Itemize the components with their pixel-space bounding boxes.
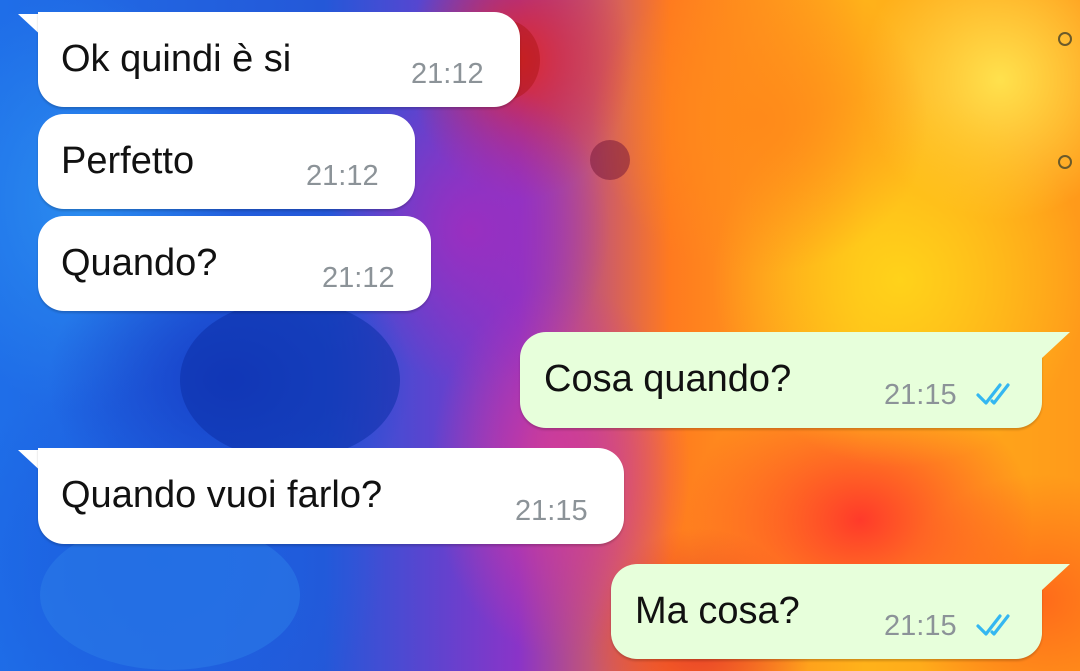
wallpaper-circle-icon (1058, 32, 1072, 46)
outgoing-bubble-tail (1042, 564, 1070, 590)
message-text: Perfetto (61, 140, 195, 182)
message-text: Ma cosa? (635, 590, 800, 632)
wallpaper-circle-icon (1058, 155, 1072, 169)
outgoing-bubble-tail (1042, 332, 1070, 358)
outgoing-message[interactable]: Ma cosa? 21:15 (611, 564, 1042, 659)
message-text: Quando? (61, 242, 218, 284)
message-timestamp: 21:15 (884, 610, 957, 642)
message-text: Ok quindi è si (61, 38, 292, 80)
message-text: Quando vuoi farlo? (61, 474, 383, 516)
message-timestamp: 21:15 (884, 379, 957, 411)
message-timestamp: 21:12 (411, 58, 484, 90)
outgoing-message[interactable]: Cosa quando? 21:15 (520, 332, 1042, 428)
message-text: Cosa quando? (544, 358, 792, 400)
wallpaper-swirl (180, 300, 400, 460)
message-timestamp: 21:12 (306, 160, 379, 192)
incoming-message[interactable]: Quando vuoi farlo? 21:15 (38, 448, 624, 544)
read-double-check-icon (976, 614, 1010, 636)
incoming-message[interactable]: Perfetto 21:12 (38, 114, 415, 209)
wallpaper-swirl (590, 140, 630, 180)
read-double-check-icon (976, 383, 1010, 405)
message-timestamp: 21:15 (515, 495, 588, 527)
incoming-message[interactable]: Ok quindi è si 21:12 (38, 12, 520, 107)
incoming-message[interactable]: Quando? 21:12 (38, 216, 431, 311)
message-timestamp: 21:12 (322, 262, 395, 294)
